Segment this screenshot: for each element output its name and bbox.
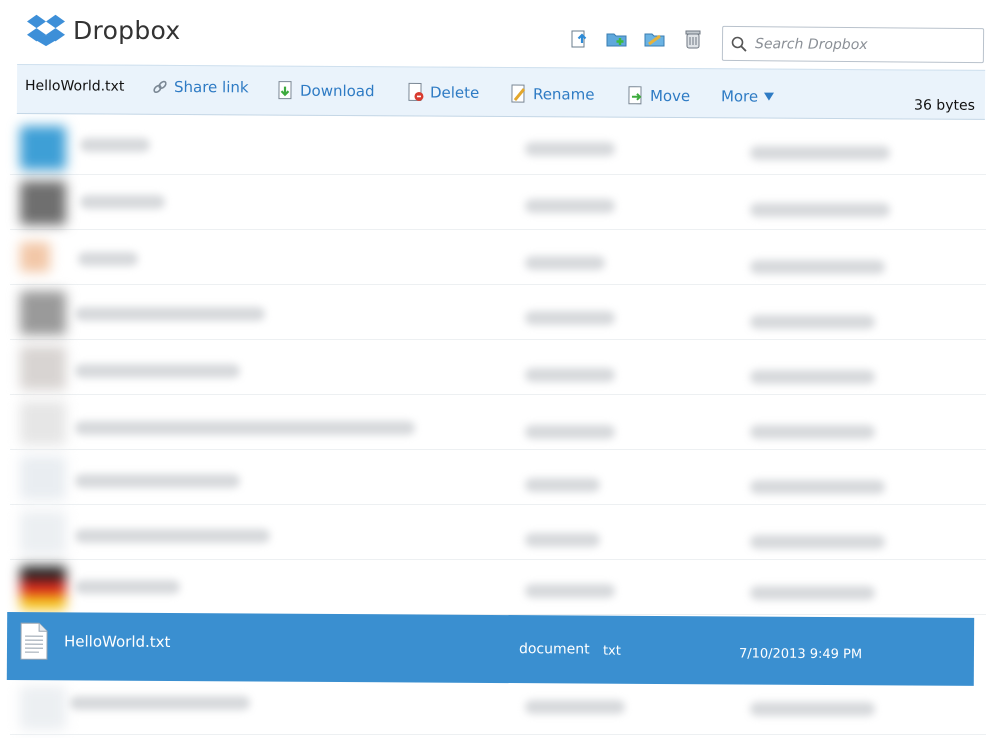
- file-row[interactable]: [10, 175, 986, 230]
- blurred-kind: [525, 425, 615, 439]
- upload-icon[interactable]: [568, 28, 590, 50]
- file-row[interactable]: [10, 340, 986, 395]
- more-label: More: [720, 87, 759, 106]
- triangle-down-icon: [764, 92, 775, 101]
- download-icon: [278, 81, 292, 100]
- file-thumbnail: [20, 242, 50, 272]
- rename-button[interactable]: Rename: [510, 84, 595, 105]
- blurred-filename: [75, 529, 270, 543]
- header: Dropbox: [0, 0, 1000, 64]
- blurred-date: [750, 702, 875, 716]
- file-thumbnail: [20, 346, 66, 390]
- file-row[interactable]: [10, 395, 986, 450]
- blurred-date: [750, 370, 875, 384]
- file-row[interactable]: [10, 560, 986, 615]
- blurred-filename: [75, 474, 240, 488]
- blurred-date: [750, 480, 885, 494]
- blurred-filename: [70, 696, 250, 710]
- file-thumbnail: [20, 181, 66, 225]
- file-row[interactable]: [10, 450, 986, 505]
- app-name: Dropbox: [73, 15, 181, 45]
- blurred-kind: [525, 368, 615, 382]
- selected-file-kind: document: [518, 641, 590, 658]
- move-icon: [628, 86, 642, 105]
- rename-icon: [511, 84, 526, 103]
- blurred-filename: [80, 138, 150, 152]
- blurred-date: [750, 535, 885, 549]
- file-thumbnail: [20, 566, 66, 610]
- dropbox-logo[interactable]: Dropbox: [27, 12, 180, 48]
- move-button[interactable]: Move: [627, 86, 690, 106]
- share-link-button[interactable]: Share link: [151, 77, 249, 97]
- blurred-kind: [525, 533, 600, 547]
- selected-file-ext: txt: [602, 643, 621, 659]
- download-button[interactable]: Download: [277, 81, 375, 102]
- blurred-kind: [525, 311, 615, 325]
- file-action-bar: HelloWorld.txt Share link Download Delet…: [16, 64, 986, 120]
- blurred-filename: [78, 252, 138, 266]
- file-row[interactable]: [10, 285, 986, 340]
- blurred-kind: [525, 584, 615, 598]
- more-dropdown[interactable]: More: [720, 87, 775, 106]
- blurred-filename: [75, 364, 240, 378]
- blurred-filename: [75, 580, 180, 594]
- blurred-kind: [525, 142, 615, 156]
- link-icon: [153, 80, 167, 93]
- file-thumbnail: [20, 291, 66, 335]
- file-row[interactable]: [10, 505, 986, 560]
- text-document-icon: [20, 622, 48, 660]
- blurred-filename: [75, 307, 265, 321]
- file-row[interactable]: [10, 230, 986, 285]
- selected-file-name: HelloWorld.txt: [63, 632, 171, 651]
- new-folder-icon[interactable]: [606, 28, 628, 50]
- shared-folder-icon[interactable]: [644, 28, 666, 50]
- blurred-date: [750, 203, 890, 217]
- blurred-kind: [525, 256, 605, 270]
- deleted-files-icon[interactable]: [682, 28, 704, 50]
- blurred-date: [750, 146, 890, 160]
- file-thumbnail: [20, 686, 66, 730]
- blurred-kind: [525, 700, 625, 714]
- dropbox-box-icon: [27, 14, 65, 47]
- selected-file-modified: 7/10/2013 9:49 PM: [738, 646, 863, 663]
- blurred-kind: [525, 478, 600, 492]
- blurred-date: [750, 425, 875, 439]
- rename-label: Rename: [532, 85, 595, 104]
- share-link-label: Share link: [173, 77, 249, 97]
- delete-label: Delete: [429, 83, 480, 102]
- delete-button[interactable]: Delete: [407, 82, 479, 102]
- search-icon: [731, 36, 747, 52]
- file-thumbnail: [20, 511, 66, 555]
- download-label: Download: [299, 81, 375, 101]
- blurred-date: [750, 260, 885, 274]
- file-size: 36 bytes: [914, 97, 975, 114]
- blurred-filename: [80, 195, 165, 209]
- search-input[interactable]: [754, 35, 956, 54]
- move-label: Move: [649, 86, 691, 106]
- selected-filename: HelloWorld.txt: [24, 78, 125, 95]
- blurred-date: [750, 586, 875, 600]
- blurred-filename: [75, 421, 415, 435]
- blurred-kind: [525, 199, 615, 213]
- file-row[interactable]: [10, 120, 986, 175]
- blurred-date: [750, 315, 875, 329]
- selected-file-row[interactable]: HelloWorld.txt document txt 7/10/2013 9:…: [6, 612, 975, 686]
- file-thumbnail: [20, 456, 66, 500]
- file-row[interactable]: [10, 680, 986, 735]
- file-thumbnail: [20, 401, 66, 445]
- delete-icon: [408, 82, 424, 101]
- search-box: [721, 25, 985, 64]
- file-thumbnail: [20, 126, 66, 170]
- header-toolbar: [568, 28, 704, 50]
